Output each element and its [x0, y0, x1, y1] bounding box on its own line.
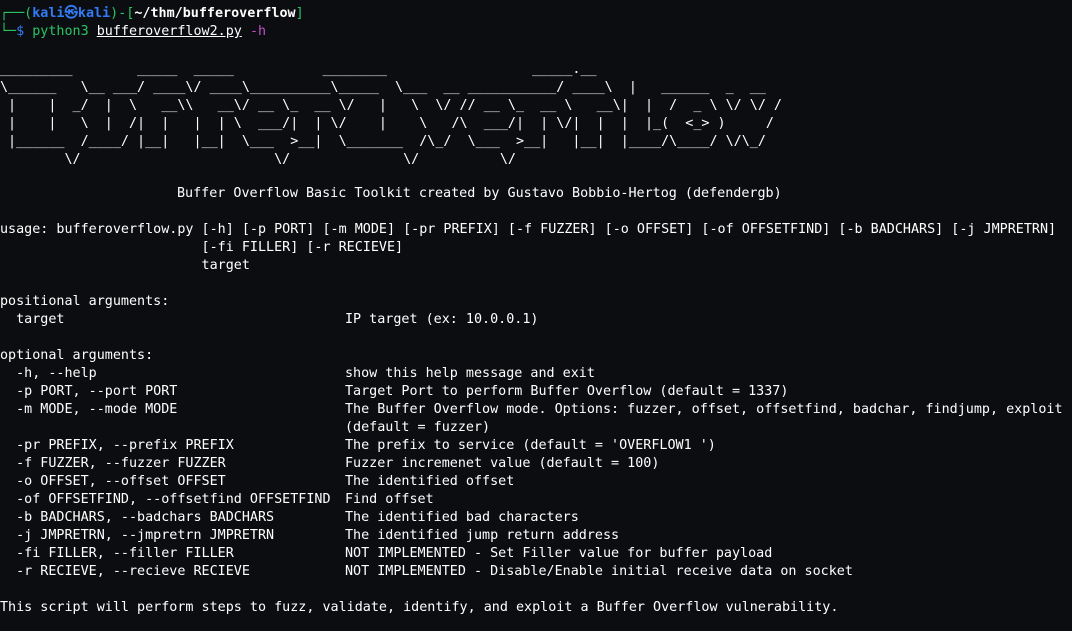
prompt-cwd: ~/thm/bufferoverflow	[134, 6, 296, 21]
arg-name: -o OFFSET, --offset OFFSET	[0, 474, 226, 489]
arg-desc: The identified jump return address	[345, 528, 620, 543]
optional-header: optional arguments:	[0, 348, 154, 363]
prompt-bracket-mid: )-[	[110, 6, 135, 21]
arg-name: -f FUZZER, --fuzzer FUZZER	[0, 456, 226, 471]
banner-ascii-line: \______ \__ ___/ ____\/ ____\__________\…	[0, 80, 766, 95]
arg-name: -fi FILLER, --filler FILLER	[0, 546, 234, 561]
banner-ascii-line: | | _/ | \ __\\ __\/ __ \_ __ \/ | \ \/ …	[0, 98, 782, 113]
banner-credit: Buffer Overflow Basic Toolkit created by…	[177, 186, 782, 201]
arg-row: -f FUZZER, --fuzzer FUZZER Fuzzer increme…	[0, 455, 1072, 473]
usage-line: [-fi FILLER] [-r RECIEVE]	[0, 240, 404, 255]
arg-name: -m MODE, --mode MODE	[0, 402, 178, 417]
arg-name: -b BADCHARS, --badchars BADCHARS	[0, 510, 275, 525]
arg-name: -pr PREFIX, --prefix PREFIX	[0, 438, 234, 453]
arg-row: -b BADCHARS, --badchars BADCHARS The iden…	[0, 509, 1072, 527]
arg-desc: Fuzzer incremenet value (default = 100)	[345, 456, 660, 471]
arg-row: -fi FILLER, --filler FILLER NOT IMPLEMENT…	[0, 545, 1072, 563]
banner-ascii-line: |______ /____/ |__| |__| \___ >__| \____…	[0, 134, 766, 149]
arg-row: -p PORT, --port PORT Target Port to perfo…	[0, 383, 1072, 401]
arg-name: -j JMPRETRN, --jmpretrn JMPRETRN	[0, 528, 275, 543]
arg-row: -pr PREFIX, --prefix PREFIX The prefix to…	[0, 437, 1072, 455]
prompt-corner-bottom: └─	[0, 24, 17, 39]
arg-desc: NOT IMPLEMENTED - Disable/Enable initial…	[345, 564, 853, 579]
arg-desc: The identified bad characters	[345, 510, 579, 525]
arg-row: -h, --help show this help message and exi…	[0, 365, 1072, 383]
prompt-header: ┌──(kali㉿kali)-[~/thm/bufferoverflow]	[0, 5, 304, 23]
banner-ascii-line: \/ \/ \/ \/	[0, 152, 516, 167]
command-flag: -h	[249, 24, 267, 39]
footer-description: This script will perform steps to fuzz, …	[0, 600, 839, 615]
prompt-bracket-end: ]	[295, 6, 304, 21]
arg-desc: The Buffer Overflow mode. Options: fuzze…	[345, 402, 1063, 417]
banner-ascii-line: | | \ | /| | | | \ ___/| | \/ | \ /\ ___…	[0, 116, 774, 131]
arg-desc: show this help message and exit	[345, 366, 595, 381]
arg-row: (default = fuzzer)	[0, 419, 1072, 437]
arg-row: target IP target (ex: 10.0.0.1)	[0, 311, 538, 329]
arg-row: -o OFFSET, --offset OFFSET The identified…	[0, 473, 1072, 491]
usage-line: target	[0, 258, 250, 273]
arg-row: -j JMPRETRN, --jmpretrn JMPRETRN The iden…	[0, 527, 1072, 545]
prompt-dollar: $	[16, 24, 25, 39]
arg-name: -h, --help	[0, 366, 97, 381]
arg-name: -of OFFSETFIND, --offsetfind OFFSETFIND	[0, 492, 331, 507]
command-file: bufferoverflow2.py	[96, 24, 242, 39]
positional-header: positional arguments:	[0, 294, 170, 309]
arg-desc: The identified offset	[345, 474, 515, 489]
arg-desc: (default = fuzzer)	[345, 420, 491, 435]
arg-desc: NOT IMPLEMENTED - Set Filler value for b…	[345, 546, 773, 561]
arg-desc: Target Port to perform Buffer Overflow (…	[345, 384, 789, 399]
arg-name: target	[0, 312, 65, 327]
banner-ascii-line: _________ _____ _____ ________ _____.__	[0, 62, 597, 77]
prompt-host: kali	[77, 6, 111, 21]
prompt-corner-top: ┌──(	[0, 6, 33, 21]
arg-name: -r RECIEVE, --recieve RECIEVE	[0, 564, 250, 579]
prompt-user: kali	[32, 6, 65, 21]
terminal-window[interactable]: ┌──(kali㉿kali)-[~/thm/bufferoverflow] └─…	[0, 0, 1072, 631]
arg-desc: Find offset	[345, 492, 434, 507]
arg-row: -of OFFSETFIND, --offsetfind OFFSETFIND F…	[0, 491, 1072, 509]
arg-desc: IP target (ex: 10.0.0.1)	[345, 312, 539, 327]
arg-row: -m MODE, --mode MODE The Buffer Overflow …	[0, 401, 1072, 419]
arg-desc: The prefix to service (default = 'OVERFL…	[345, 438, 716, 453]
prompt-at-symbol: ㉿	[64, 6, 78, 21]
usage-line: usage: bufferoverflow.py [-h] [-p PORT] …	[0, 222, 1057, 237]
arg-row: -r RECIEVE, --recieve RECIEVE NOT IMPLEME…	[0, 563, 1072, 581]
arg-name: -p PORT, --port PORT	[0, 384, 178, 399]
command-python3: python3	[32, 24, 89, 39]
prompt-command-line[interactable]: └─$ python3 bufferoverflow2.py -h	[0, 23, 266, 41]
